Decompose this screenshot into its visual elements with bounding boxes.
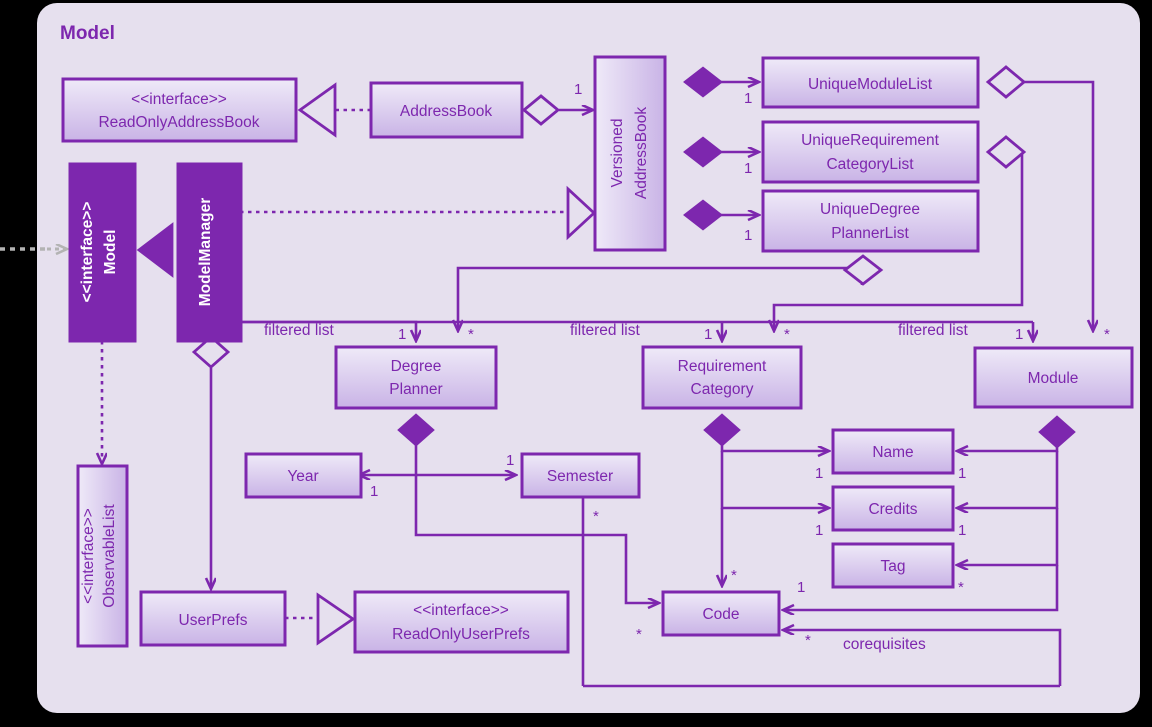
- class-requirementcategory[interactable]: Requirement Category: [641, 345, 803, 410]
- credits-name: Credits: [868, 501, 917, 518]
- tag-name: Tag: [881, 558, 906, 575]
- mult-mod-credits-one: 1: [958, 522, 966, 539]
- readonlyaddressbook-stereotype: <<interface>>: [131, 91, 227, 108]
- mult-rc-credits-one: 1: [815, 522, 823, 539]
- mult-year-one: 1: [370, 483, 378, 500]
- diagram-canvas: Model <<interface>> ReadOnlyAddressBook …: [0, 3, 1140, 713]
- mult-vab-uml: 1: [744, 90, 752, 107]
- class-uniquerequirementcategorylist[interactable]: UniqueRequirement CategoryList: [761, 120, 980, 184]
- userprefs-name: UserPrefs: [179, 612, 248, 629]
- class-modelmanager[interactable]: ModelManager: [176, 162, 243, 343]
- mult-mod-name-one: 1: [958, 465, 966, 482]
- readonlyuserprefs-stereotype: <<interface>>: [413, 602, 509, 619]
- class-model[interactable]: <<interface>> Model: [68, 162, 137, 343]
- class-credits[interactable]: Credits: [831, 485, 955, 532]
- class-tag[interactable]: Tag: [831, 542, 955, 589]
- uniquemodulelist-name: UniqueModuleList: [808, 76, 933, 93]
- degreeplanner-line2: Planner: [389, 381, 442, 398]
- label-filtered-list-degreeplanner: filtered list: [264, 322, 334, 339]
- label-corequisites: corequisites: [843, 636, 926, 653]
- uniquedegreeplannerlist-line2: PlannerList: [831, 225, 909, 242]
- page-title: Model: [60, 23, 115, 44]
- class-uniquemodulelist[interactable]: UniqueModuleList: [761, 56, 980, 109]
- mult-rc-star: *: [784, 326, 790, 343]
- uniquerequirementcategorylist-line1: UniqueRequirement: [801, 132, 940, 149]
- mult-rc-one: 1: [704, 326, 712, 343]
- mult-mod-star: *: [1104, 326, 1110, 343]
- mult-vab-udpl: 1: [744, 227, 752, 244]
- requirementcategory-line1: Requirement: [678, 358, 767, 375]
- class-module[interactable]: Module: [973, 346, 1134, 409]
- observablelist-stereotype: <<interface>>: [80, 508, 97, 604]
- name-class-name: Name: [872, 444, 913, 461]
- class-degreeplanner[interactable]: Degree Planner: [334, 345, 498, 410]
- addressbook-name: AddressBook: [400, 103, 492, 120]
- mult-code-one: 1: [797, 579, 805, 596]
- class-code[interactable]: Code: [661, 590, 781, 637]
- mult-code-coreq-star: *: [805, 632, 811, 649]
- model-class-diagram: Model <<interface>> ReadOnlyAddressBook …: [0, 0, 1152, 727]
- readonlyuserprefs-name: ReadOnlyUserPrefs: [392, 626, 530, 643]
- class-readonlyaddressbook[interactable]: <<interface>> ReadOnlyAddressBook: [61, 77, 298, 143]
- model-name: Model: [102, 230, 119, 275]
- class-year[interactable]: Year: [244, 452, 363, 499]
- degreeplanner-line1: Degree: [391, 358, 442, 375]
- class-addressbook[interactable]: AddressBook: [369, 81, 524, 139]
- label-filtered-list-module: filtered list: [898, 322, 968, 339]
- mult-semester-star: *: [593, 508, 599, 525]
- class-name[interactable]: Name: [831, 428, 955, 475]
- readonlyaddressbook-name: ReadOnlyAddressBook: [98, 114, 259, 131]
- mult-code-in-star: *: [636, 626, 642, 643]
- class-versionedaddressbook[interactable]: Versioned AddressBook: [593, 55, 667, 252]
- mult-rc-name-one: 1: [815, 465, 823, 482]
- class-readonlyuserprefs[interactable]: <<interface>> ReadOnlyUserPrefs: [353, 590, 570, 654]
- year-name: Year: [287, 468, 318, 485]
- semester-name: Semester: [547, 468, 613, 485]
- class-uniquedegreeplannerlist[interactable]: UniqueDegree PlannerList: [761, 189, 980, 253]
- class-semester[interactable]: Semester: [520, 452, 641, 499]
- mult-semester-one: 1: [506, 452, 514, 469]
- label-filtered-list-requirementcategory: filtered list: [570, 322, 640, 339]
- modelmanager-name: ModelManager: [197, 198, 214, 307]
- class-observablelist[interactable]: <<interface>> ObservableList: [76, 464, 129, 648]
- mult-mod-one: 1: [1015, 326, 1023, 343]
- mult-ab-vab: 1: [574, 81, 582, 98]
- class-userprefs[interactable]: UserPrefs: [139, 590, 287, 647]
- mult-vab-urcl: 1: [744, 160, 752, 177]
- mult-rc-code-star: *: [731, 567, 737, 584]
- versionedaddressbook-line1: Versioned: [609, 119, 626, 188]
- mult-dp-star: *: [468, 326, 474, 343]
- requirementcategory-line2: Category: [691, 381, 754, 398]
- observablelist-name: ObservableList: [101, 504, 118, 608]
- module-name: Module: [1028, 370, 1079, 387]
- versionedaddressbook-line2: AddressBook: [633, 107, 650, 199]
- code-name: Code: [702, 606, 739, 623]
- mult-mod-tag-star: *: [958, 579, 964, 596]
- model-stereotype: <<interface>>: [79, 202, 96, 303]
- uniquedegreeplannerlist-line1: UniqueDegree: [820, 201, 920, 218]
- mult-dp-one: 1: [398, 326, 406, 343]
- uniquerequirementcategorylist-line2: CategoryList: [826, 156, 914, 173]
